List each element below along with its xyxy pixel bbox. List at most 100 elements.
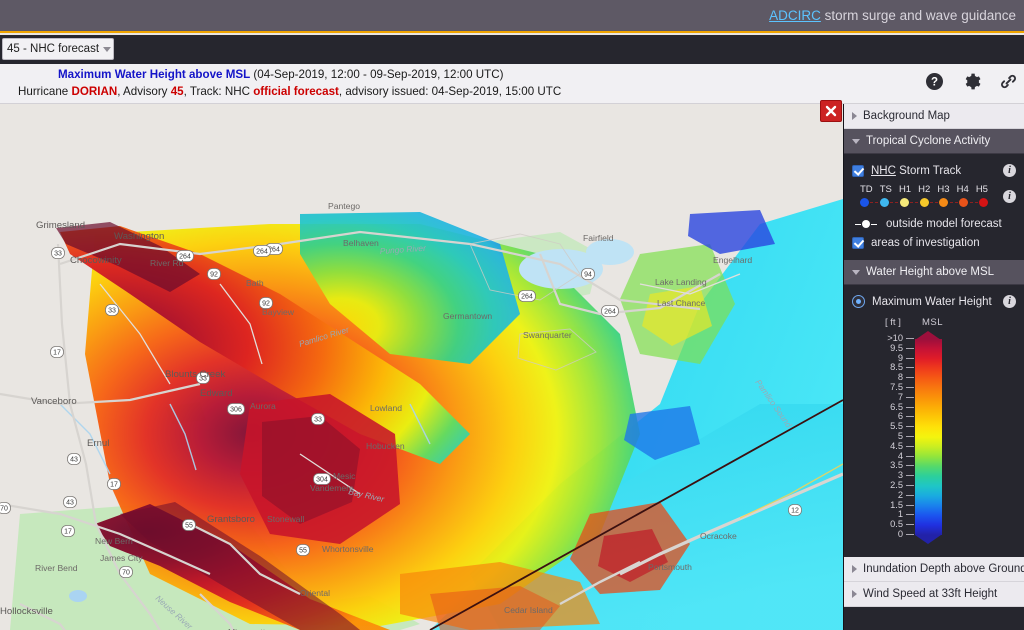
svg-text:43: 43 xyxy=(70,457,78,464)
map-place-label: Pantego xyxy=(328,201,360,211)
areas-of-investigation-row[interactable]: areas of investigation xyxy=(844,234,1024,252)
brand-tagline: storm surge and wave guidance xyxy=(821,8,1016,23)
map-place-label: Stonewall xyxy=(267,514,304,524)
route-shield: 17 xyxy=(62,526,75,537)
dash-left-icon xyxy=(855,224,861,225)
svg-text:264: 264 xyxy=(256,249,268,256)
storm-category-labels: TDTSH1H2H3H4H5 xyxy=(860,184,988,195)
map-canvas[interactable]: 3326426426492923333306331743177017435555… xyxy=(0,104,843,630)
colorbar-box xyxy=(915,331,942,543)
storm-category-dot-h5 xyxy=(979,198,988,207)
map-place-label: River Rd xyxy=(150,258,184,268)
route-shield: 33 xyxy=(52,248,65,259)
route-shield: 306 xyxy=(228,404,245,415)
route-shield: 17 xyxy=(108,479,121,490)
map-place-label: Lowland xyxy=(370,403,402,413)
map-place-label: Ernul xyxy=(87,438,109,449)
areas-of-investigation-checkbox[interactable] xyxy=(852,237,864,249)
close-panel-button[interactable] xyxy=(820,100,842,122)
subtitle-mid2: , Track: NHC xyxy=(184,85,254,98)
storm-category-label-h4: H4 xyxy=(957,184,969,195)
section-background-map-label: Background Map xyxy=(863,110,950,122)
link-icon[interactable] xyxy=(999,72,1018,91)
colorbar-tick: 9.5 xyxy=(844,343,914,353)
maximum-water-height-row[interactable]: Maximum Water Height i xyxy=(844,292,1024,311)
colorbar-units-label: [ ft ] xyxy=(885,317,901,328)
section-background-map[interactable]: Background Map xyxy=(844,104,1024,129)
colorbar-tick: 4 xyxy=(844,451,914,461)
svg-text:306: 306 xyxy=(230,407,242,414)
svg-text:264: 264 xyxy=(521,294,533,301)
help-icon[interactable]: ? xyxy=(925,72,944,91)
colorbar-tick: 7 xyxy=(844,392,914,402)
colorbar-tick: >10 xyxy=(844,333,914,343)
route-shield: 33 xyxy=(312,414,325,425)
maximum-water-height-radio[interactable] xyxy=(852,295,865,308)
route-shield: 94 xyxy=(582,269,595,280)
colorbar-tick: 1 xyxy=(844,509,914,519)
storm-category-dot-ts xyxy=(880,198,889,207)
info-icon[interactable]: i xyxy=(1003,190,1016,203)
map-place-label: Aurora xyxy=(250,401,276,411)
chevron-right-icon xyxy=(852,590,857,598)
advisory-select-label: 45 - NHC forecast xyxy=(7,43,99,55)
storm-category-label-h3: H3 xyxy=(937,184,949,195)
brand-text: ADCIRC storm surge and wave guidance xyxy=(769,8,1024,23)
nhc-storm-track-row[interactable]: NHC Storm Track i xyxy=(844,161,1024,180)
storm-subtitle: Hurricane DORIAN, Advisory 45, Track: NH… xyxy=(18,85,561,98)
map-place-label: Lake Landing xyxy=(655,277,707,287)
route-shield: 17 xyxy=(51,347,64,358)
svg-text:33: 33 xyxy=(54,251,62,258)
svg-text:17: 17 xyxy=(64,529,72,536)
map-place-label: New Bern xyxy=(95,536,133,546)
storm-category-dot-h2 xyxy=(920,198,929,207)
chevron-down-icon xyxy=(103,47,111,52)
advisory-select[interactable]: 45 - NHC forecast xyxy=(2,38,114,60)
route-shield: 12 xyxy=(789,505,802,516)
layers-panel: Background Map Tropical Cyclone Activity… xyxy=(843,104,1024,630)
section-inundation-depth[interactable]: Inundation Depth above Ground xyxy=(844,557,1024,582)
chevron-right-icon xyxy=(852,565,857,573)
map-place-label: Hobucken xyxy=(366,441,405,451)
colorbar-tick: 6.5 xyxy=(844,402,914,412)
map-place-label: Last Chance xyxy=(657,298,705,308)
svg-text:33: 33 xyxy=(314,417,322,424)
advisory-number: 45 xyxy=(171,85,184,98)
section-water-height-above-msl[interactable]: Water Height above MSL xyxy=(844,260,1024,285)
svg-text:?: ? xyxy=(931,77,938,89)
storm-category-legend: TDTSH1H2H3H4H5 i xyxy=(844,180,1024,214)
colorbar-tick: 5 xyxy=(844,431,914,441)
subtitle-mid: , Advisory xyxy=(117,85,170,98)
outside-model-symbol xyxy=(852,220,880,228)
svg-text:92: 92 xyxy=(210,272,218,279)
route-shield: 264 xyxy=(602,306,619,317)
application-root: ADCIRC storm surge and wave guidance 45 … xyxy=(0,0,1024,630)
colorbar-tick: 4.5 xyxy=(844,441,914,451)
svg-text:55: 55 xyxy=(299,548,307,555)
info-icon[interactable]: i xyxy=(1003,164,1016,177)
storm-name: DORIAN xyxy=(71,85,117,98)
tropical-cyclone-body: NHC Storm Track i TDTSH1H2H3H4H5 i xyxy=(844,154,1024,260)
colorbar-bottom-cap xyxy=(915,535,941,544)
gear-icon[interactable] xyxy=(962,72,981,91)
adcirc-link[interactable]: ADCIRC xyxy=(769,8,821,23)
colorbar-tick: 0.5 xyxy=(844,519,914,529)
section-wind-speed[interactable]: Wind Speed at 33ft Height xyxy=(844,582,1024,607)
storm-category-dot-td xyxy=(860,198,869,207)
toolbar: 45 - NHC forecast xyxy=(0,35,1024,64)
svg-text:33: 33 xyxy=(108,308,116,315)
nhc-storm-track-checkbox[interactable] xyxy=(852,165,864,177)
info-icon[interactable]: i xyxy=(1003,295,1016,308)
route-shield: 70 xyxy=(0,503,11,514)
map-place-label: Swanquarter xyxy=(523,330,572,340)
map-svg[interactable]: 3326426426492923333306331743177017435555… xyxy=(0,104,843,630)
map-place-label: Bayview xyxy=(262,307,295,317)
colorbar-tick: 0 xyxy=(844,529,914,539)
outside-model-forecast-row: outside model forecast xyxy=(844,214,1024,234)
route-shield: 55 xyxy=(183,520,196,531)
colorbar-tick: 2.5 xyxy=(844,480,914,490)
dash-right-icon xyxy=(871,224,877,225)
map-place-label: James City xyxy=(100,553,143,563)
colorbar-tick: 3 xyxy=(844,470,914,480)
section-tropical-cyclone-activity[interactable]: Tropical Cyclone Activity xyxy=(844,129,1024,154)
